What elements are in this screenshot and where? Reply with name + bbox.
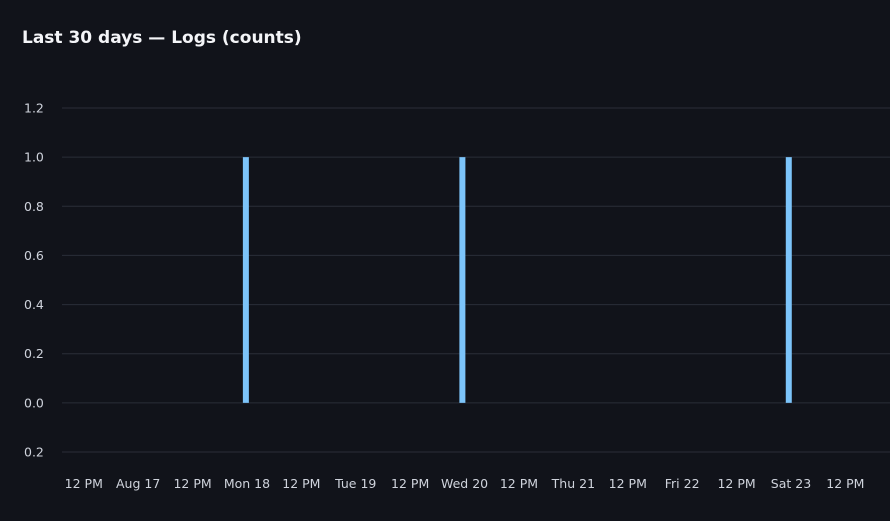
y-tick-label: 0.0 xyxy=(24,395,44,410)
x-axis: 12 PM Aug 17 12 PM Mon 18 12 PM Tue 19 12 PM We… xyxy=(65,476,865,491)
y-tick-label: 0.2 xyxy=(24,346,44,361)
chart-panel: Last 30 days — Logs (counts) 0.2 0.0 0.2 0.… xyxy=(0,0,890,521)
y-axis: 0.2 0.0 0.2 0.4 0.6 0.8 1.0 1.2 xyxy=(24,101,44,460)
x-tick-label: 12 PM xyxy=(826,476,864,491)
x-tick-label: 12 PM xyxy=(282,476,320,491)
x-tick-label: 12 PM xyxy=(609,476,647,491)
x-tick-label: Thu 21 xyxy=(551,476,595,491)
x-tick-label: 12 PM xyxy=(717,476,755,491)
x-tick-label: Wed 20 xyxy=(441,476,488,491)
x-tick-label: Sat 23 xyxy=(771,476,811,491)
x-tick-label: Aug 17 xyxy=(116,476,160,491)
y-tick-label: 0.4 xyxy=(24,297,44,312)
x-tick-label: Fri 22 xyxy=(665,476,700,491)
bar xyxy=(242,157,249,403)
bar xyxy=(459,157,466,403)
x-tick-label: Tue 19 xyxy=(334,476,376,491)
bar-layer xyxy=(242,157,792,403)
x-tick-label: 12 PM xyxy=(500,476,538,491)
y-tick-label: 0.2 xyxy=(24,445,44,460)
grid-layer xyxy=(62,107,890,453)
x-tick-label: 12 PM xyxy=(65,476,103,491)
x-tick-label: 12 PM xyxy=(173,476,211,491)
y-tick-label: 1.0 xyxy=(24,150,44,165)
y-tick-label: 1.2 xyxy=(24,101,44,116)
y-tick-label: 0.6 xyxy=(24,248,44,263)
x-tick-label: 12 PM xyxy=(391,476,429,491)
x-tick-label: Mon 18 xyxy=(224,476,270,491)
bar xyxy=(785,157,792,403)
y-tick-label: 0.8 xyxy=(24,199,44,214)
logs-bar-chart: 0.20.00.20.40.60.81.01.2 12 PM Aug 17 12 P… xyxy=(24,101,890,491)
